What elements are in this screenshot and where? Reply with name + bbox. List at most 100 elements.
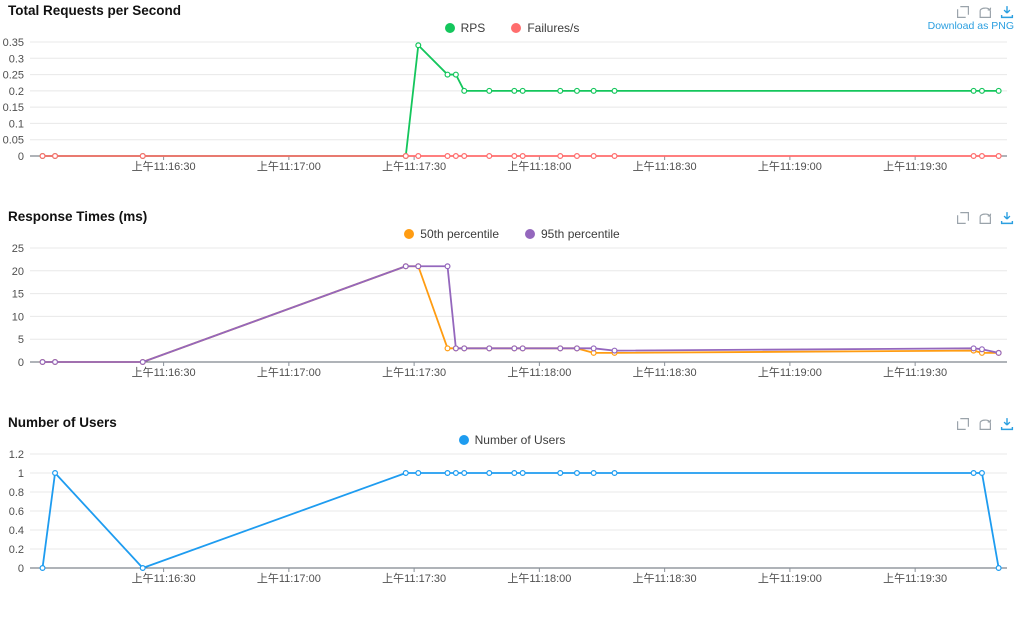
x-tick-label: 上午11:17:30: [382, 366, 446, 379]
data-point-marker: [590, 345, 597, 352]
chart-toolbox: [956, 5, 1014, 19]
chart-toolbox: [956, 211, 1014, 225]
y-tick-label: 15: [12, 289, 24, 301]
rps-chart-plot[interactable]: 0 0.05 0.1 0.15 0.2 0.25 0.3 0.35 上午11:16:30 上午11…: [0, 36, 1024, 181]
x-tick-label: 上午11:18:30: [633, 160, 697, 173]
data-point-marker: [995, 349, 1002, 356]
x-tick-label: 上午11:18:00: [507, 572, 571, 585]
p95-legend-dot: [525, 229, 535, 239]
data-point-marker: [444, 152, 451, 159]
failures-legend-dot: [511, 23, 522, 33]
y-tick-label: 0: [18, 151, 24, 163]
data-point-marker: [978, 152, 985, 159]
y-tick-label: 0.6: [9, 506, 24, 518]
y-tick-label: 25: [12, 243, 24, 255]
download-as-png-link[interactable]: Download as PNG: [928, 20, 1014, 32]
x-tick-label: 上午11:18:00: [507, 160, 571, 173]
y-tick-label: 10: [12, 311, 24, 323]
y-tick-label: 0: [18, 357, 24, 369]
legend-item-failures[interactable]: Failures/s: [511, 21, 579, 35]
response-times-chart-plot[interactable]: 0 5 10 15 20 25 上午11:16:30 上午11:17:00 上午11:17:30…: [0, 242, 1024, 387]
data-point-marker: [557, 345, 564, 352]
legend-label: 95th percentile: [541, 227, 620, 241]
y-tick-label: 0.8: [9, 487, 24, 499]
data-point-marker: [39, 358, 46, 365]
data-point-marker: [573, 345, 580, 352]
legend-item-95th-percentile[interactable]: 95th percentile: [525, 227, 620, 241]
response-times-chart-section: Response Times (ms) 50th percentile 95th…: [0, 206, 1024, 412]
data-point-marker: [573, 152, 580, 159]
data-point-marker: [402, 152, 409, 159]
x-tick-label: 上午11:19:00: [758, 160, 822, 173]
data-point-marker: [52, 358, 59, 365]
box-zoom-icon[interactable]: [956, 5, 970, 19]
data-point-marker: [573, 470, 580, 477]
y-tick-label: 0.3: [9, 53, 24, 65]
data-point-marker: [139, 358, 146, 365]
data-point-marker: [39, 152, 46, 159]
data-point-marker: [557, 87, 564, 94]
legend-label: RPS: [460, 21, 486, 35]
data-point-marker: [970, 87, 977, 94]
legend-item-number-of-users[interactable]: Number of Users: [458, 433, 565, 447]
data-point-marker: [557, 470, 564, 477]
data-point-marker: [402, 263, 409, 270]
data-point-marker: [519, 152, 526, 159]
data-point-marker: [444, 71, 451, 78]
data-point-marker: [486, 152, 493, 159]
save-as-image-icon[interactable]: [1000, 211, 1014, 225]
restore-icon[interactable]: [978, 211, 992, 225]
rps-legend-dot: [444, 23, 455, 33]
data-point-marker: [444, 345, 451, 352]
data-point-marker: [995, 152, 1002, 159]
legend-item-rps[interactable]: RPS: [444, 21, 486, 35]
data-point-marker: [511, 470, 518, 477]
data-point-marker: [611, 152, 618, 159]
data-point-marker: [590, 87, 597, 94]
x-tick-label: 上午11:19:30: [883, 366, 947, 379]
x-tick-label: 上午11:19:30: [883, 572, 947, 585]
data-point-marker: [590, 470, 597, 477]
data-point-marker: [590, 152, 597, 159]
data-point-marker: [978, 470, 985, 477]
data-point-marker: [557, 152, 564, 159]
users-chart-plot[interactable]: 0 0.2 0.4 0.6 0.8 1 1.2 上午11:16:30 上午11:17:00 上午1…: [0, 448, 1024, 593]
data-point-marker: [611, 347, 618, 354]
x-tick-label: 上午11:19:30: [883, 160, 947, 173]
series-line-number-of-users: [41, 472, 1000, 569]
restore-icon[interactable]: [978, 5, 992, 19]
data-point-marker: [415, 42, 422, 49]
save-as-image-icon[interactable]: [1000, 417, 1014, 431]
p50-legend-dot: [404, 229, 415, 239]
chart-toolbox: [956, 417, 1014, 431]
x-tick-label: 上午11:17:00: [257, 160, 321, 173]
data-point-marker: [486, 345, 493, 352]
save-as-image-icon[interactable]: [1000, 5, 1014, 19]
y-tick-label: 0.05: [3, 135, 24, 147]
x-tick-label: 上午11:16:30: [132, 572, 196, 585]
data-point-marker: [444, 263, 451, 270]
x-tick-label: 上午11:19:00: [758, 572, 822, 585]
data-point-marker: [995, 564, 1002, 571]
legend-item-50th-percentile[interactable]: 50th percentile: [404, 227, 499, 241]
page-title: Total Requests per Second: [8, 3, 182, 18]
y-tick-label: 1.2: [9, 449, 24, 461]
data-point-marker: [444, 470, 451, 477]
x-tick-label: 上午11:18:00: [507, 366, 571, 379]
data-point-marker: [995, 87, 1002, 94]
data-point-marker: [461, 345, 468, 352]
data-point-marker: [461, 87, 468, 94]
x-tick-label: 上午11:18:30: [633, 572, 697, 585]
box-zoom-icon[interactable]: [956, 211, 970, 225]
x-tick-label: 上午11:16:30: [132, 366, 196, 379]
restore-icon[interactable]: [978, 417, 992, 431]
x-tick-label: 上午11:17:00: [257, 572, 321, 585]
chart-title: Number of Users: [8, 415, 117, 430]
x-tick-label: 上午11:17:00: [257, 366, 321, 379]
data-point-marker: [519, 470, 526, 477]
x-tick-label: 上午11:17:30: [382, 572, 446, 585]
data-point-marker: [461, 470, 468, 477]
legend-label: 50th percentile: [420, 227, 499, 241]
response-times-chart-legend: 50th percentile 95th percentile: [0, 226, 1024, 242]
box-zoom-icon[interactable]: [956, 417, 970, 431]
